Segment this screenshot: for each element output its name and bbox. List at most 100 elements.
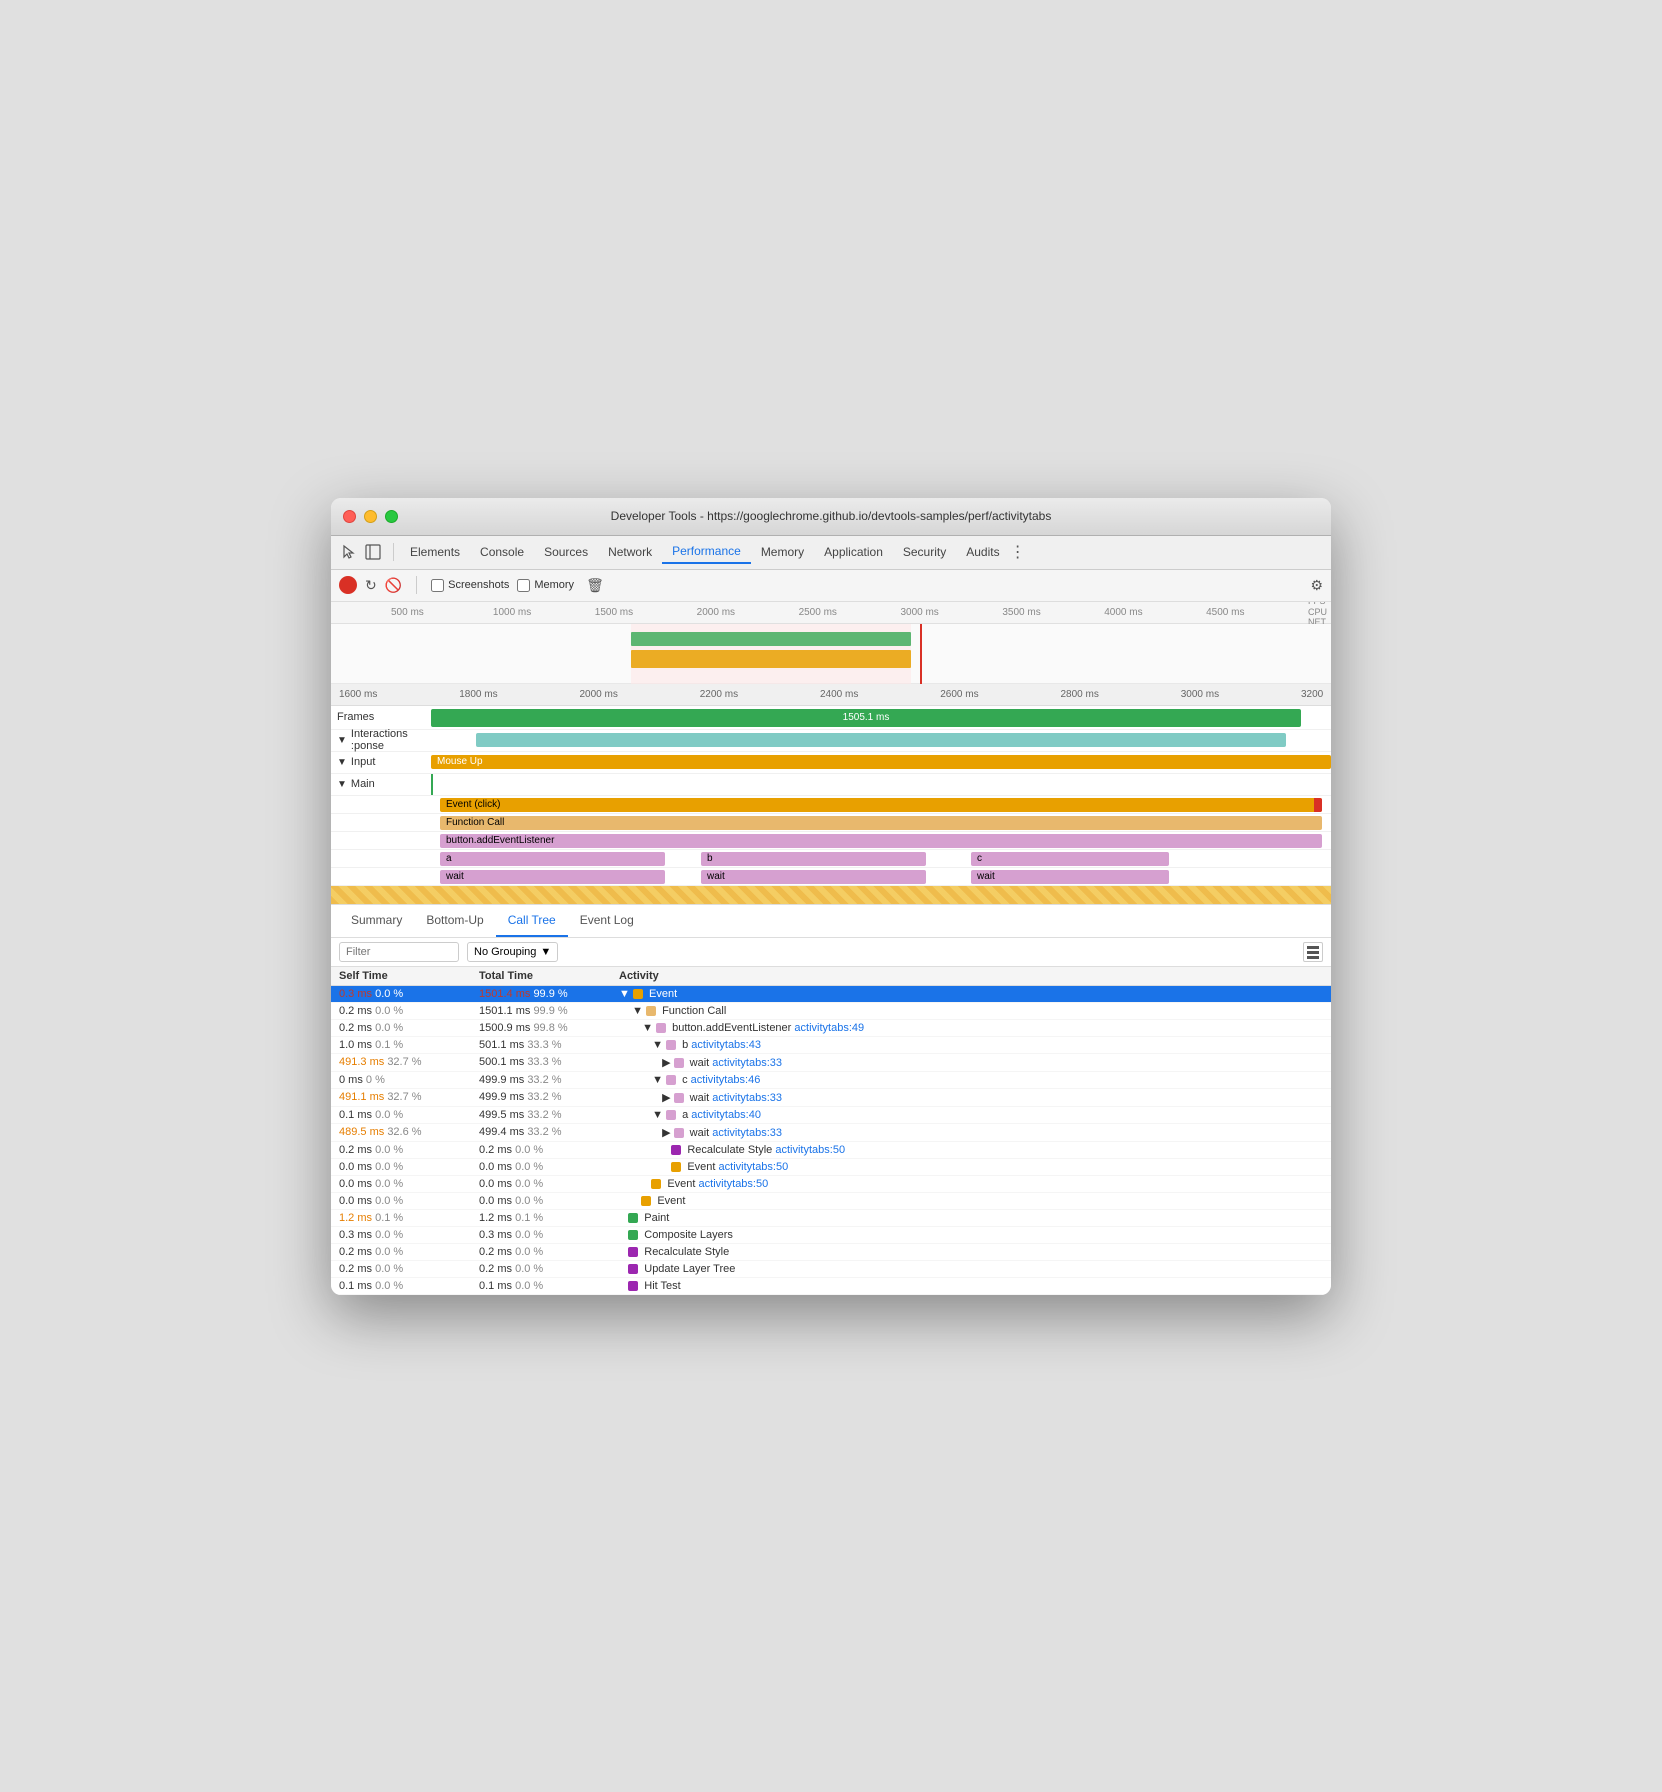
- performance-toolbar: ↻ 🚫 Screenshots Memory 🗑 ⚙: [331, 570, 1331, 602]
- table-row[interactable]: 0.2 ms 0.0 % 0.2 ms 0.0 % Update Layer T…: [331, 1260, 1331, 1277]
- table-row[interactable]: 0.2 ms 0.0 % 0.2 ms 0.0 % Recalculate St…: [331, 1243, 1331, 1260]
- panel-icon[interactable]: [363, 542, 383, 562]
- table-row[interactable]: 0.0 ms 0.0 % 0.0 ms 0.0 % Event activity…: [331, 1158, 1331, 1175]
- interactions-row: ▼ Interactions :ponse: [331, 730, 1331, 752]
- expand-triangle[interactable]: ▶: [662, 1127, 670, 1139]
- expand-triangle[interactable]: ▶: [662, 1057, 670, 1069]
- tab-memory[interactable]: Memory: [751, 541, 814, 563]
- title-bar: Developer Tools - https://googlechrome.g…: [331, 498, 1331, 536]
- self-time-val: 0.2 ms: [339, 1263, 372, 1275]
- tab-audits[interactable]: Audits: [956, 541, 1009, 563]
- grouping-label: No Grouping: [474, 946, 536, 958]
- expand-triangle[interactable]: ▼: [642, 1022, 653, 1034]
- table-row[interactable]: 1.2 ms 0.1 % 1.2 ms 0.1 % Paint: [331, 1209, 1331, 1226]
- activity-link[interactable]: activitytabs:49: [794, 1022, 864, 1034]
- self-pct-val: 0.0 %: [375, 1229, 403, 1241]
- maximize-button[interactable]: [385, 510, 398, 523]
- total-time-val: 1501.1 ms: [479, 1005, 530, 1017]
- screenshots-checkbox[interactable]: [431, 579, 444, 592]
- frames-row: Frames 1505.1 ms: [331, 706, 1331, 730]
- table-row[interactable]: 491.1 ms 32.7 % 499.9 ms 33.2 % ▶ wait a…: [331, 1088, 1331, 1106]
- self-time-val: 0.2 ms: [339, 1246, 372, 1258]
- reload-button[interactable]: ↻: [365, 577, 377, 594]
- tab-console[interactable]: Console: [470, 541, 534, 563]
- activity-text: a: [682, 1109, 688, 1121]
- frames-content: 1505.1 ms: [431, 706, 1331, 729]
- event-click-bar: Event (click): [440, 798, 1322, 812]
- table-row[interactable]: 0.0 ms 0.0 % 0.0 ms 0.0 % Event activity…: [331, 1175, 1331, 1192]
- activity-link[interactable]: activitytabs:33: [712, 1092, 782, 1104]
- memory-checkbox-label[interactable]: Memory: [517, 579, 574, 592]
- table-row[interactable]: 0.3 ms 0.0 % 1501.4 ms 99.9 % ▼ Event: [331, 985, 1331, 1002]
- minimize-button[interactable]: [364, 510, 377, 523]
- self-time-val: 1.2 ms: [339, 1212, 372, 1224]
- stop-button[interactable]: 🚫: [385, 577, 402, 594]
- window-title: Developer Tools - https://googlechrome.g…: [611, 509, 1052, 523]
- table-row[interactable]: 0.1 ms 0.0 % 0.1 ms 0.0 % Hit Test: [331, 1277, 1331, 1294]
- record-button[interactable]: [339, 576, 357, 594]
- cursor-icon[interactable]: [339, 542, 359, 562]
- table-row[interactable]: 0 ms 0 % 499.9 ms 33.2 % ▼ c activitytab…: [331, 1071, 1331, 1088]
- activity-text: wait: [690, 1092, 710, 1104]
- activity-link[interactable]: activitytabs:33: [712, 1127, 782, 1139]
- table-row[interactable]: 0.1 ms 0.0 % 499.5 ms 33.2 % ▼ a activit…: [331, 1106, 1331, 1123]
- bottom-panel: Summary Bottom-Up Call Tree Event Log No…: [331, 905, 1331, 1295]
- table-row[interactable]: 0.2 ms 0.0 % 1500.9 ms 99.8 % ▼ button.a…: [331, 1019, 1331, 1036]
- tab-summary[interactable]: Summary: [339, 905, 414, 937]
- total-pct-val: 0.0 %: [515, 1246, 543, 1258]
- b-bar: b: [701, 852, 926, 866]
- activity-link[interactable]: activitytabs:46: [691, 1074, 761, 1086]
- activity-link[interactable]: activitytabs:43: [691, 1039, 761, 1051]
- memory-checkbox[interactable]: [517, 579, 530, 592]
- table-row[interactable]: 0.3 ms 0.0 % 0.3 ms 0.0 % Composite Laye…: [331, 1226, 1331, 1243]
- tab-security[interactable]: Security: [893, 541, 956, 563]
- total-pct-val: 0.0 %: [515, 1195, 543, 1207]
- addeventlistener-bar: button.addEventListener: [440, 834, 1322, 848]
- activity-link[interactable]: activitytabs:40: [691, 1109, 761, 1121]
- tab-sources[interactable]: Sources: [534, 541, 598, 563]
- tab-bottom-up[interactable]: Bottom-Up: [414, 905, 495, 937]
- table-row[interactable]: 491.3 ms 32.7 % 500.1 ms 33.3 % ▶ wait a…: [331, 1053, 1331, 1071]
- table-row[interactable]: 1.0 ms 0.1 % 501.1 ms 33.3 % ▼ b activit…: [331, 1036, 1331, 1053]
- expand-triangle[interactable]: ▼: [652, 1039, 663, 1051]
- tab-event-log[interactable]: Event Log: [568, 905, 646, 937]
- table-row[interactable]: 0.2 ms 0.0 % 0.2 ms 0.0 % Recalculate St…: [331, 1141, 1331, 1158]
- tab-call-tree[interactable]: Call Tree: [496, 905, 568, 937]
- activity-color: [674, 1058, 684, 1068]
- screenshots-checkbox-label[interactable]: Screenshots: [431, 579, 509, 592]
- event-click-row: Event (click): [331, 796, 1331, 814]
- activity-no-expand: [619, 1229, 625, 1241]
- activity-link[interactable]: activitytabs:33: [712, 1057, 782, 1069]
- total-pct-val: 99.8 %: [533, 1022, 567, 1034]
- tab-elements[interactable]: Elements: [400, 541, 470, 563]
- ruler-1600: 1600 ms: [339, 689, 459, 700]
- activity-text: Hit Test: [644, 1280, 680, 1292]
- tab-network[interactable]: Network: [598, 541, 662, 563]
- close-button[interactable]: [343, 510, 356, 523]
- activity-link[interactable]: activitytabs:50: [699, 1178, 769, 1190]
- total-pct-val: 0.1 %: [515, 1212, 543, 1224]
- activity-link[interactable]: activitytabs:50: [775, 1144, 845, 1156]
- total-time-val: 0.0 ms: [479, 1195, 512, 1207]
- expand-triangle[interactable]: ▼: [652, 1109, 663, 1121]
- self-pct-val: 0.0 %: [375, 1161, 403, 1173]
- expand-triangle[interactable]: ▶: [662, 1092, 670, 1104]
- ruler-label-500: 500 ms: [391, 607, 493, 618]
- expand-triangle[interactable]: ▼: [632, 1005, 643, 1017]
- ruler-label-3500: 3500 ms: [1002, 607, 1104, 618]
- expand-triangle[interactable]: ▼: [652, 1074, 663, 1086]
- tab-performance[interactable]: Performance: [662, 540, 751, 564]
- self-pct-val: 0.0 %: [375, 1022, 403, 1034]
- clear-button[interactable]: 🗑: [586, 577, 604, 594]
- settings-button[interactable]: ⚙: [1310, 577, 1323, 594]
- grouping-select[interactable]: No Grouping ▼: [467, 942, 558, 962]
- more-tabs-icon[interactable]: ⋮: [1010, 542, 1026, 562]
- table-row[interactable]: 0.2 ms 0.0 % 1501.1 ms 99.9 % ▼ Function…: [331, 1002, 1331, 1019]
- table-row[interactable]: 489.5 ms 32.6 % 499.4 ms 33.2 % ▶ wait a…: [331, 1123, 1331, 1141]
- filter-input[interactable]: [339, 942, 459, 962]
- table-row[interactable]: 0.0 ms 0.0 % 0.0 ms 0.0 % Event: [331, 1192, 1331, 1209]
- heavy-stack-icon[interactable]: [1303, 942, 1323, 962]
- tab-application[interactable]: Application: [814, 541, 893, 563]
- expand-triangle[interactable]: ▼: [619, 988, 630, 1000]
- activity-link[interactable]: activitytabs:50: [719, 1161, 789, 1173]
